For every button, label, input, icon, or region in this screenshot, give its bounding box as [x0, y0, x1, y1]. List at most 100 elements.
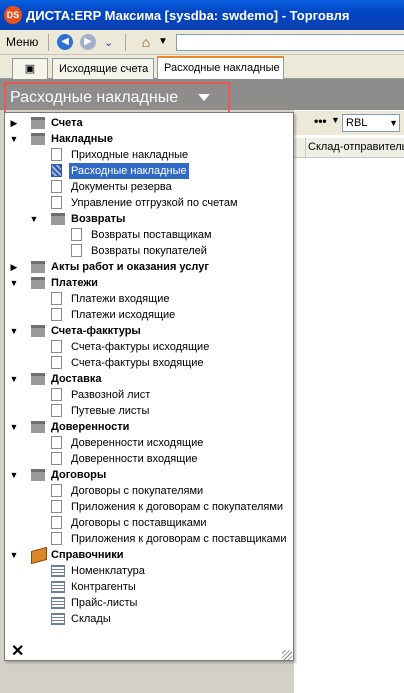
tab-home[interactable]: ▣ [12, 58, 48, 79]
tree-item[interactable]: Возвраты поставщикам [5, 227, 293, 243]
tree-item[interactable]: Доверенности входящие [5, 451, 293, 467]
tree-item[interactable]: Договоры с поставщиками [5, 515, 293, 531]
tree-item[interactable]: Приложения к договорам с покупателями [5, 499, 293, 515]
collapse-toggle-icon[interactable]: ▼ [9, 371, 19, 387]
tree-item[interactable]: Счета-фактуры исходящие [5, 339, 293, 355]
tree-item-label: Расходные накладные [69, 163, 189, 179]
window-title: ДИСТА:ERP Максима [sysdba: swdemo] - Тор… [26, 8, 350, 23]
document-icon [51, 196, 62, 209]
tree-item-label: Договоры [51, 469, 107, 481]
tree-item-label: Документы резерва [71, 181, 172, 193]
collapse-toggle-icon[interactable]: ▼ [9, 131, 19, 147]
tree-item-label: Путевые листы [71, 405, 150, 417]
tree-item[interactable]: ▼ Возвраты [5, 211, 293, 227]
document-icon [51, 308, 62, 321]
tree-item[interactable]: Платежи входящие [5, 291, 293, 307]
document-icon [51, 532, 62, 545]
tree-item-label: Справочники [51, 549, 124, 561]
close-icon[interactable]: ✕ [11, 641, 24, 660]
tree-item[interactable]: Контрагенты [5, 579, 293, 595]
address-field[interactable] [176, 34, 404, 51]
folder-icon [31, 373, 45, 385]
collapse-toggle-icon[interactable]: ▼ [9, 323, 19, 339]
more-options-dropdown-icon[interactable]: ▼ [331, 115, 340, 125]
tree-item-label: Платежи исходящие [71, 309, 176, 321]
document-icon [51, 484, 62, 497]
tree-item[interactable]: Склады [5, 611, 293, 627]
toolbar: Меню ◀ ▶ ⌄ ⌂ ▼ [0, 30, 404, 55]
tab-sales-waybills[interactable]: Расходные накладные [157, 56, 284, 79]
collapse-toggle-icon[interactable]: ▼ [9, 547, 19, 563]
tree-item[interactable]: ▼ Накладные [5, 131, 293, 147]
tree-item[interactable]: ▼ Счета-факктуры [5, 323, 293, 339]
tree-item-label: Возвраты [71, 213, 126, 225]
document-icon [51, 148, 62, 161]
tree-item-label: Возвраты покупателей [91, 245, 207, 257]
collapse-toggle-icon[interactable]: ▼ [9, 275, 19, 291]
tree-item[interactable]: Договоры с покупателями [5, 483, 293, 499]
home-icon[interactable]: ⌂ [137, 34, 155, 51]
document-icon [51, 180, 62, 193]
document-icon [51, 436, 62, 449]
grid-header-cell[interactable] [294, 138, 306, 158]
menu-button[interactable]: Меню [6, 35, 38, 49]
tree-item[interactable]: ▼ Доставка [5, 371, 293, 387]
chevron-down-icon [198, 94, 210, 101]
document-icon [51, 388, 62, 401]
tree-item[interactable]: ▼ Справочники [5, 546, 293, 565]
tree-item[interactable]: Прайс-листы [5, 595, 293, 611]
tree-item[interactable]: ▼ Платежи [5, 275, 293, 291]
collapse-toggle-icon[interactable]: ▼ [9, 419, 19, 435]
tree-item-label: Прайс-листы [71, 597, 138, 609]
tree-item[interactable]: Счета-фактуры входящие [5, 355, 293, 371]
column-header-warehouse[interactable]: Склад-отправитель [308, 141, 404, 153]
tree-item-label: Доверенности исходящие [71, 437, 204, 449]
document-icon [51, 292, 62, 305]
document-icon [51, 340, 62, 353]
tab-outgoing-invoices[interactable]: Исходящие счета [52, 58, 154, 79]
more-options-icon[interactable]: ••• [314, 114, 327, 128]
tree-item[interactable]: Доверенности исходящие [5, 435, 293, 451]
toolbar-separator [125, 34, 126, 51]
section-selector[interactable]: Расходные накладные [4, 82, 230, 114]
tree-item[interactable]: ▶ Счета [5, 115, 293, 131]
expand-toggle-icon[interactable]: ▶ [9, 259, 19, 275]
currency-select[interactable]: RBL ▼ [342, 114, 400, 132]
tree-item-label: Приходные накладные [71, 149, 189, 161]
folder-icon [31, 117, 45, 129]
tree-item[interactable]: Документы резерва [5, 179, 293, 195]
tree-item[interactable]: ▼ Договоры [5, 467, 293, 483]
back-icon[interactable]: ◀ [57, 34, 73, 50]
tree-item[interactable]: Путевые листы [5, 403, 293, 419]
data-grid [294, 110, 404, 693]
tree-item[interactable]: Управление отгрузкой по счетам [5, 195, 293, 211]
collapse-toggle-icon[interactable]: ▼ [9, 467, 19, 483]
expand-toggle-icon[interactable]: ▶ [9, 115, 19, 131]
title-bar: DS ДИСТА:ERP Максима [sysdba: swdemo] - … [0, 0, 404, 30]
history-dropdown-icon[interactable]: ⌄ [104, 36, 113, 49]
forward-icon[interactable]: ▶ [80, 34, 96, 50]
tree-item[interactable]: ▼ Доверенности [5, 419, 293, 435]
tree-item[interactable]: Номенклатура [5, 563, 293, 579]
document-icon [71, 228, 82, 241]
collapse-toggle-icon[interactable]: ▼ [29, 211, 39, 227]
folder-icon [31, 261, 45, 273]
tree-item[interactable]: Расходные накладные [5, 163, 293, 179]
grid-header: Склад-отправитель [294, 138, 404, 158]
tree-item[interactable]: Платежи исходящие [5, 307, 293, 323]
tree-item[interactable]: Приходные накладные [5, 147, 293, 163]
tree-item[interactable]: Развозной лист [5, 387, 293, 403]
home-dropdown-icon[interactable]: ▼ [158, 36, 168, 47]
tree-item-label: Счета-фактуры входящие [71, 357, 204, 369]
folder-icon [31, 469, 45, 481]
book-icon [31, 546, 47, 565]
toolbar-separator [48, 34, 49, 51]
window-icon: ▣ [24, 63, 36, 75]
resize-grip-icon[interactable] [282, 650, 292, 660]
tree-item-label: Платежи входящие [71, 293, 170, 305]
tree-item[interactable]: ▶ Акты работ и оказания услуг [5, 259, 293, 275]
tree-item[interactable]: Приложения к договорам с поставщиками [5, 531, 293, 547]
tree-item-label: Приложения к договорам с поставщиками [71, 533, 287, 545]
tree-item[interactable]: Возвраты покупателей [5, 243, 293, 259]
dropdown-footer: ✕ [5, 640, 293, 660]
